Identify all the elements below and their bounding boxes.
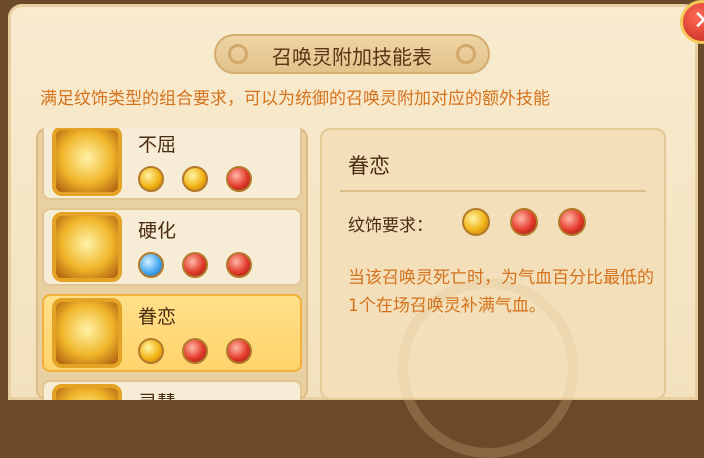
skill-description: 当该召唤灵死亡时，为气血百分比最低的1个在场召唤灵补满气血。 [348,268,654,316]
skill-detail-panel: 眷恋 纹饰要求： 当该召唤灵死亡时，为气血百分比最低的1个在场召唤灵补满气血。 [320,128,666,458]
red-gem-icon [182,252,208,278]
skill-item-buqu[interactable]: 不屈 [42,128,302,200]
skill-name: 不屈 [138,134,177,156]
skill-list[interactable]: 不屈 硬化 眷恋 灵慧 [36,128,308,400]
red-gem-icon [226,338,252,364]
gem-requirements [138,166,270,194]
summon-creature-icon [52,298,122,368]
skill-name: 硬化 [138,220,177,242]
red-gem-icon [510,208,538,236]
requirement-label: 纹饰要求： [348,216,433,236]
close-icon: ✕ [693,6,704,36]
subtitle: 满足纹饰类型的组合要求，可以为统御的召唤灵附加对应的额外技能 [40,89,550,109]
gold-gem-icon [182,166,208,192]
blue-gem-icon [138,252,164,278]
requirement-gems [462,208,606,236]
swirl-ornament-icon [228,44,248,64]
gold-gem-icon [138,166,164,192]
gem-requirements [138,338,270,366]
red-gem-icon [226,166,252,192]
swirl-ornament-icon [456,44,476,64]
skill-name: 灵慧 [138,388,176,400]
gold-gem-icon [138,338,164,364]
page-title: 召唤灵附加技能表 [272,45,432,69]
gem-requirements [138,252,270,280]
skill-item-yinghua[interactable]: 硬化 [42,208,302,286]
red-gem-icon [226,252,252,278]
skill-item-linghui[interactable]: 灵慧 [42,380,302,400]
divider [340,190,646,192]
summon-warrior-icon [52,128,122,196]
skill-item-juanlian[interactable]: 眷恋 [42,294,302,372]
title-banner: 召唤灵附加技能表 [214,34,490,74]
detail-skill-name: 眷恋 [348,154,390,178]
summon-spirit-icon [52,384,122,400]
red-gem-icon [558,208,586,236]
skill-name: 眷恋 [138,306,177,328]
gold-gem-icon [462,208,490,236]
golden-burst-icon [52,212,122,282]
red-gem-icon [182,338,208,364]
